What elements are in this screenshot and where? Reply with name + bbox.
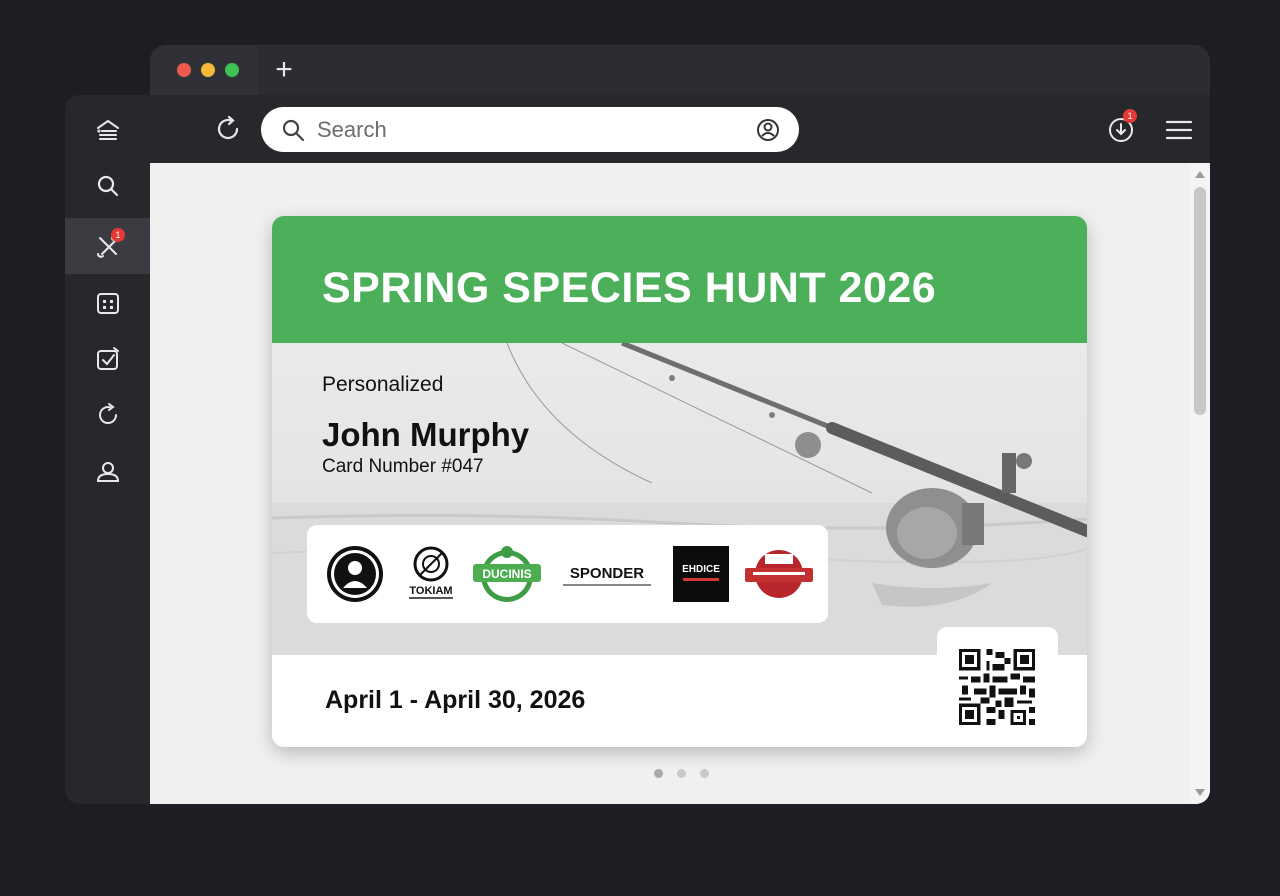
search-icon [97, 175, 118, 197]
downloads-badge: 1 [1123, 109, 1137, 123]
profile-icon [96, 462, 119, 482]
sponsor-logo-6 [745, 550, 813, 598]
downloads-button[interactable]: 1 [1106, 109, 1137, 145]
pager-dot-3[interactable] [700, 769, 709, 778]
pager-dot-1[interactable] [654, 769, 663, 778]
home-list-icon [96, 119, 119, 140]
qr-code [937, 627, 1058, 745]
search-bar[interactable] [261, 107, 799, 152]
scroll-up-arrow[interactable] [1195, 171, 1205, 178]
profile-lock-icon[interactable] [755, 117, 781, 143]
sidebar-item-profile[interactable] [65, 444, 150, 500]
card-header: SPRING SPECIES HUNT 2026 [272, 216, 1087, 343]
holder-name: John Murphy [322, 416, 530, 453]
scroll-down-arrow[interactable] [1195, 789, 1205, 796]
svg-text:TOKIAM: TOKIAM [409, 585, 452, 597]
svg-text:EHDICE: EHDICE [682, 564, 720, 575]
svg-text:SPONDER: SPONDER [570, 565, 644, 582]
sidebar-item-refresh[interactable] [65, 387, 150, 443]
event-date-range: April 1 - April 30, 2026 [325, 686, 586, 714]
sponsor-logos: TOKIAM DUCINIS SPONDER EHDICE [307, 525, 828, 623]
event-card: SPRING SPECIES HUNT 2026 Personalized Jo… [272, 216, 1087, 747]
maximize-window-button[interactable] [225, 63, 239, 77]
sponsor-logo-1 [327, 546, 383, 602]
tab-bar: + [150, 45, 1210, 97]
close-window-button[interactable] [177, 63, 191, 77]
sponsor-logo-2: TOKIAM [409, 546, 453, 599]
calendar-icon [96, 293, 119, 314]
fishing-rod-photo: Personalized John Murphy Card Number #04… [272, 343, 1087, 655]
sponsor-logo-5: EHDICE [673, 546, 729, 602]
qr-code-icon [959, 649, 1035, 725]
personalized-label: Personalized [322, 373, 444, 396]
reload-icon[interactable] [212, 113, 244, 145]
sidebar: 1 [65, 95, 150, 804]
sidebar-item-home[interactable] [65, 102, 150, 158]
minimize-window-button[interactable] [201, 63, 215, 77]
card-title: SPRING SPECIES HUNT 2026 [322, 264, 937, 312]
search-input[interactable] [317, 115, 737, 145]
sidebar-item-search[interactable] [65, 158, 150, 214]
refresh-icon [98, 403, 117, 424]
card-number: Card Number #047 [322, 456, 484, 477]
search-icon [282, 119, 305, 142]
svg-text:DUCINIS: DUCINIS [482, 567, 531, 581]
menu-icon[interactable] [1164, 115, 1194, 145]
tools-badge: 1 [111, 228, 125, 242]
new-tab-button[interactable]: + [268, 55, 300, 87]
active-tab[interactable] [150, 45, 258, 97]
sidebar-item-tasks[interactable] [65, 331, 150, 387]
vertical-scrollbar[interactable] [1190, 163, 1210, 804]
checklist-icon [96, 347, 119, 370]
sponsor-logo-4: SPONDER [563, 565, 651, 586]
page-content: SPRING SPECIES HUNT 2026 Personalized Jo… [150, 163, 1210, 804]
scroll-thumb[interactable] [1194, 187, 1206, 415]
sidebar-item-fishing-tools[interactable]: 1 [65, 218, 150, 274]
sponsor-logo-3: DUCINIS [473, 546, 541, 602]
browser-toolbar: 1 [150, 95, 1210, 163]
sidebar-item-calendar[interactable] [65, 275, 150, 331]
pager-dot-2[interactable] [677, 769, 686, 778]
